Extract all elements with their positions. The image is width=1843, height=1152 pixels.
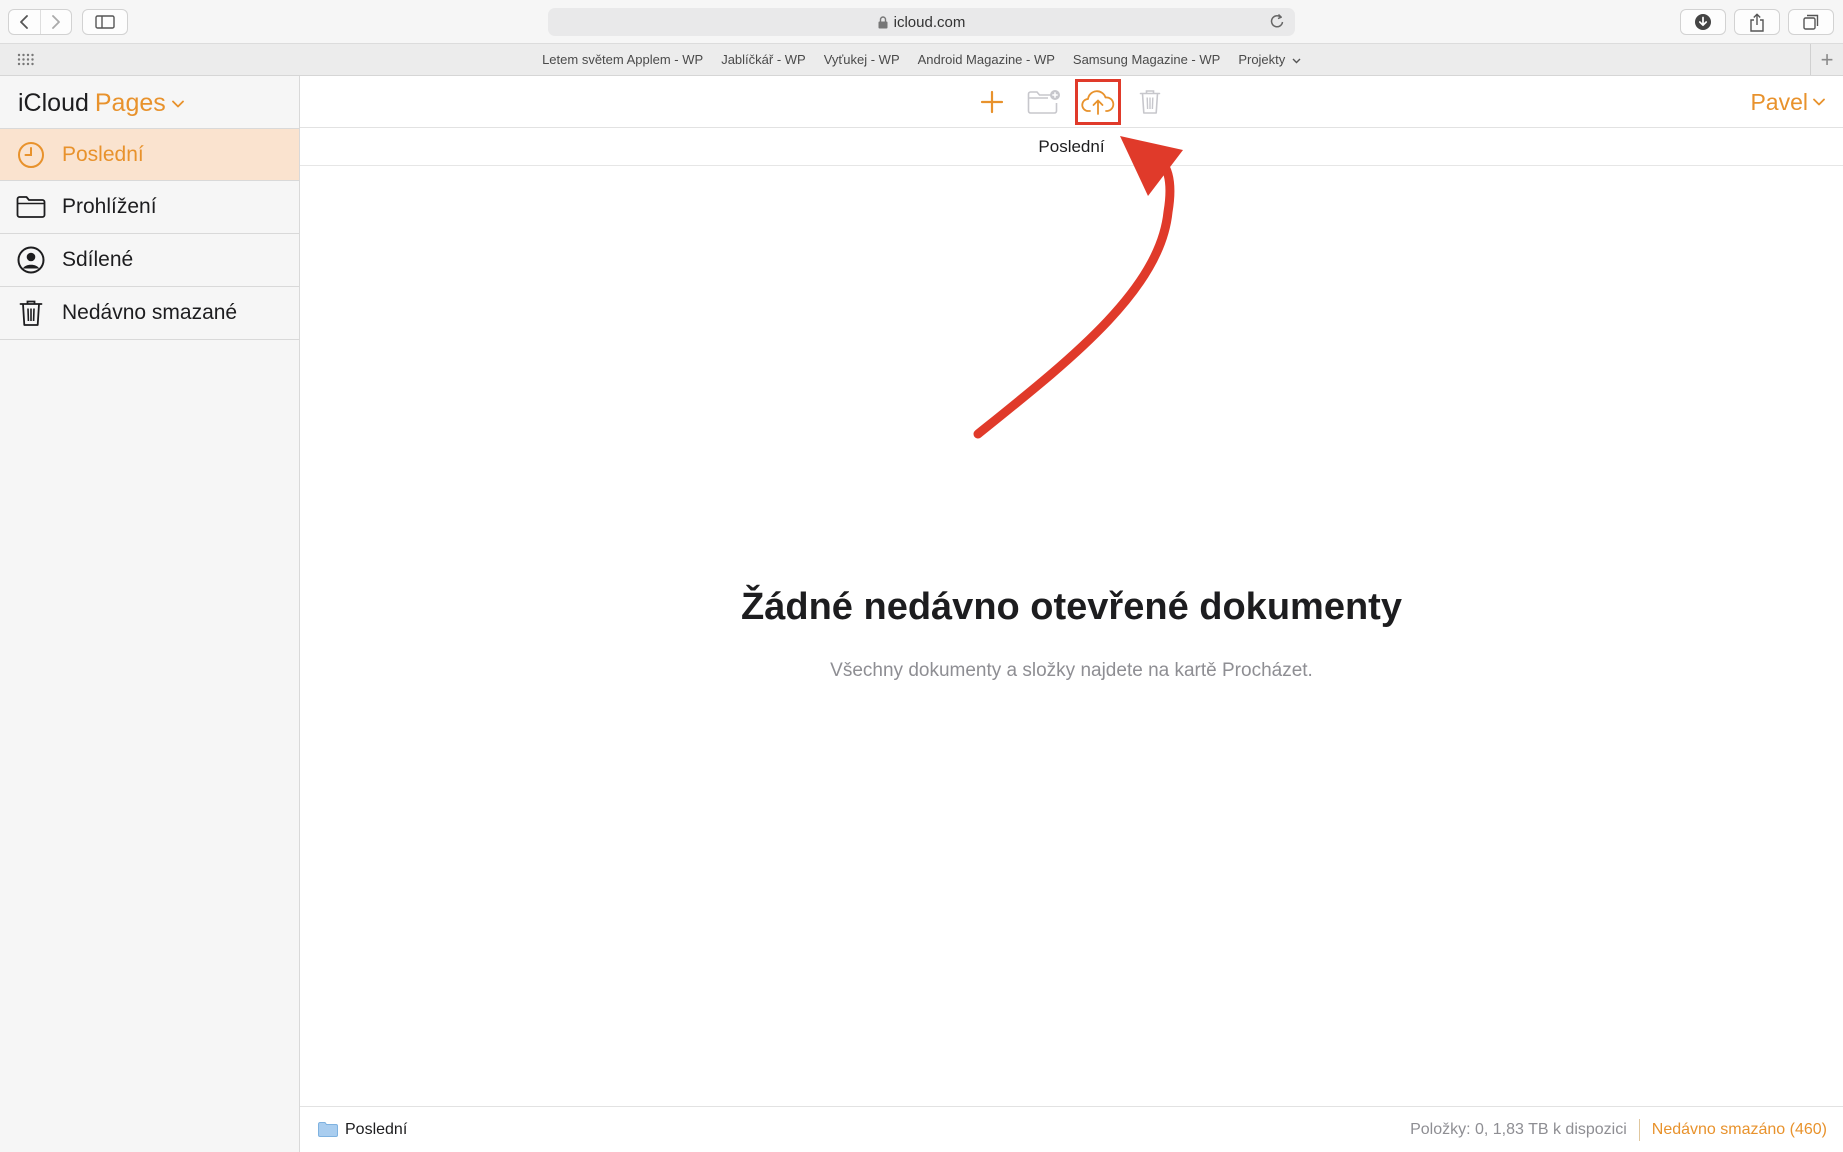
plus-icon bbox=[980, 90, 1004, 114]
empty-state-subtitle: Všechny dokumenty a složky najdete na ka… bbox=[830, 660, 1313, 681]
delete-button[interactable] bbox=[1130, 82, 1170, 122]
new-folder-button[interactable] bbox=[1024, 82, 1064, 122]
favorite-link[interactable]: Samsung Magazine - WP bbox=[1064, 52, 1229, 67]
sidebar-nav: Poslední Prohlížení Sdílené Nedávno smaz… bbox=[0, 128, 299, 340]
tabs-overview-button[interactable] bbox=[1788, 9, 1834, 35]
empty-state-title: Žádné nedávno otevřené dokumenty bbox=[741, 586, 1402, 628]
view-title-bar: Poslední bbox=[300, 128, 1843, 166]
sidebar-item-recents[interactable]: Poslední bbox=[0, 128, 299, 181]
main-content: Pavel Poslední Žádné nedávno otevřené do… bbox=[300, 76, 1843, 1152]
share-icon bbox=[1750, 13, 1764, 32]
sidebar-item-label: Sdílené bbox=[62, 248, 134, 271]
new-folder-icon bbox=[1027, 90, 1060, 114]
document-toolbar: Pavel bbox=[300, 76, 1843, 128]
sidebar-item-label: Poslední bbox=[62, 142, 144, 166]
recently-deleted-link[interactable]: Nedávno smazáno (460) bbox=[1652, 1121, 1827, 1139]
cloud-upload-icon bbox=[1081, 90, 1115, 115]
person-circle-icon bbox=[16, 245, 46, 275]
chevron-left-icon bbox=[20, 15, 29, 29]
chevron-down-icon bbox=[1813, 98, 1825, 106]
sidebar-item-label: Nedávno smazané bbox=[62, 301, 238, 324]
chevron-down-icon bbox=[1292, 58, 1301, 64]
brand-label: iCloud bbox=[18, 88, 89, 117]
favorites-bar: Letem světem Applem - WP Jablíčkář - WP … bbox=[0, 44, 1843, 76]
chevron-down-icon bbox=[171, 100, 184, 108]
url-text: icloud.com bbox=[893, 13, 966, 31]
favorite-link[interactable]: Vyťukej - WP bbox=[815, 52, 909, 67]
lock-icon bbox=[878, 15, 888, 28]
favorite-link[interactable]: Android Magazine - WP bbox=[909, 52, 1064, 67]
upload-document-button[interactable] bbox=[1075, 79, 1121, 125]
reload-icon[interactable] bbox=[1269, 13, 1285, 30]
status-divider bbox=[1638, 1118, 1640, 1141]
sidebar-toggle-button[interactable] bbox=[82, 9, 128, 35]
status-bar: Poslední Položky: 0, 1,83 TB k dispozici… bbox=[300, 1106, 1843, 1152]
downloads-button[interactable] bbox=[1680, 9, 1726, 35]
folder-icon bbox=[318, 1122, 338, 1137]
favorites-list: Letem světem Applem - WP Jablíčkář - WP … bbox=[0, 44, 1843, 75]
download-icon bbox=[1695, 14, 1711, 30]
new-tab-button[interactable]: + bbox=[1810, 44, 1843, 75]
tabs-icon bbox=[1803, 14, 1819, 30]
status-location: Poslední bbox=[318, 1107, 407, 1152]
trash-icon bbox=[16, 298, 46, 328]
status-summary: Položky: 0, 1,83 TB k dispozici Nedávno … bbox=[1410, 1107, 1827, 1152]
app-name: Pages bbox=[94, 88, 166, 117]
sidebar-item-label: Prohlížení bbox=[62, 195, 157, 218]
favorite-folder-label: Projekty bbox=[1238, 52, 1286, 67]
clock-icon bbox=[16, 140, 46, 170]
share-button[interactable] bbox=[1734, 9, 1780, 35]
address-bar[interactable]: icloud.com bbox=[548, 8, 1295, 36]
favorite-link[interactable]: Jablíčkář - WP bbox=[712, 52, 815, 67]
sidebar-icon bbox=[95, 15, 115, 29]
chevron-right-icon bbox=[51, 15, 60, 29]
trash-icon bbox=[1139, 90, 1161, 114]
favorite-folder[interactable]: Projekty bbox=[1229, 52, 1310, 67]
plus-icon: + bbox=[1820, 46, 1834, 72]
view-title: Poslední bbox=[1038, 136, 1105, 156]
back-button[interactable] bbox=[9, 10, 40, 34]
sidebar-item-browse[interactable]: Prohlížení bbox=[0, 181, 299, 234]
status-location-label: Poslední bbox=[345, 1120, 408, 1138]
folder-icon bbox=[16, 192, 46, 222]
forward-button[interactable] bbox=[39, 10, 72, 34]
create-document-button[interactable] bbox=[972, 82, 1012, 122]
favorite-link[interactable]: Letem světem Applem - WP bbox=[533, 52, 712, 67]
user-name: Pavel bbox=[1750, 88, 1808, 115]
app-switcher[interactable]: iCloud Pages bbox=[18, 88, 184, 118]
account-menu[interactable]: Pavel bbox=[1750, 88, 1825, 116]
history-nav bbox=[8, 9, 72, 35]
storage-info: Položky: 0, 1,83 TB k dispozici bbox=[1410, 1120, 1627, 1138]
browser-toolbar: icloud.com bbox=[0, 0, 1843, 44]
sidebar-item-shared[interactable]: Sdílené bbox=[0, 234, 299, 287]
sidebar: iCloud Pages Poslední Prohlížení Sdílené bbox=[0, 76, 300, 1152]
sidebar-item-recently-deleted[interactable]: Nedávno smazané bbox=[0, 287, 299, 340]
